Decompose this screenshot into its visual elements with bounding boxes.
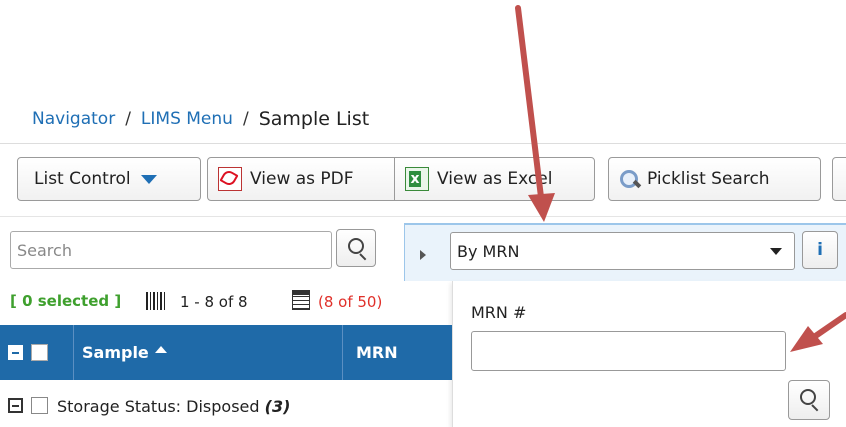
annotation-arrows: [515, 5, 846, 352]
annotation-arrow-down: [515, 5, 555, 222]
annotation-arrow-left: [790, 312, 846, 352]
